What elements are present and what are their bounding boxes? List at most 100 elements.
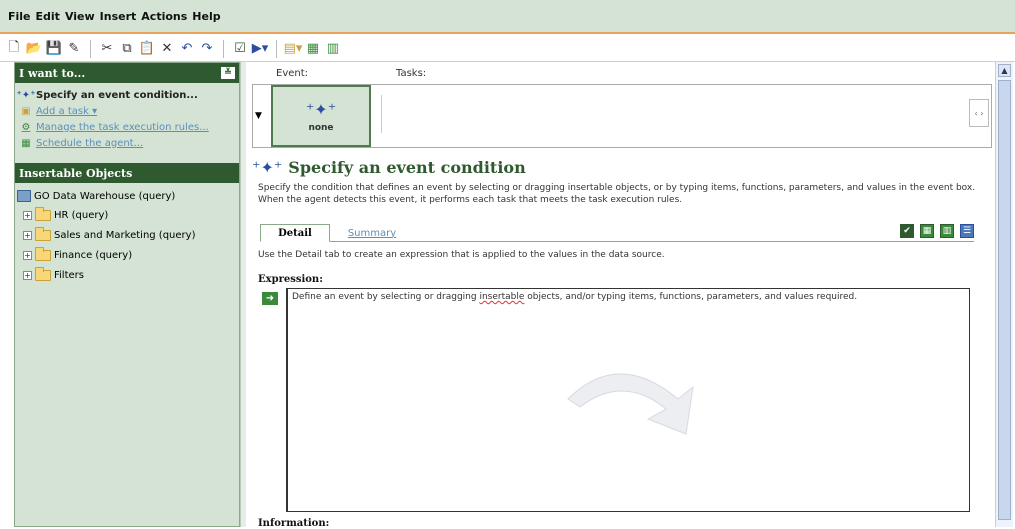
- scroll-thumb[interactable]: [998, 80, 1011, 520]
- validate-icon[interactable]: ✔: [900, 224, 914, 238]
- tree-node-sales[interactable]: + Sales and Marketing (query): [17, 225, 237, 245]
- insertable-objects-tree: GO Data Warehouse (query) + HR (query) +…: [15, 183, 239, 289]
- specify-event-item[interactable]: ⁺✦⁺ Specify an event condition...: [16, 87, 235, 103]
- add-task-item[interactable]: ▣ Add a task ▾: [19, 103, 235, 119]
- scroll-up-icon[interactable]: ▲: [998, 64, 1011, 77]
- tree-node-label: HR (query): [54, 209, 109, 221]
- save-icon[interactable]: 💾: [46, 41, 62, 57]
- folder-icon: [35, 246, 51, 261]
- tab-detail[interactable]: Detail: [260, 224, 330, 242]
- expression-label: Expression:: [258, 274, 323, 285]
- tab-summary[interactable]: Summary: [342, 224, 402, 242]
- validate-icon[interactable]: ☑: [232, 41, 248, 57]
- page-heading: ⁺✦⁺ Specify an event condition: [252, 158, 526, 177]
- event-box[interactable]: ⁺✦⁺ none: [271, 85, 371, 147]
- toolbar-separator: [276, 39, 277, 58]
- tree-node-filters[interactable]: + Filters: [17, 265, 237, 285]
- expression-text-after: objects, and/or typing items, functions,…: [524, 292, 858, 302]
- edit-icon[interactable]: ✎: [66, 41, 82, 57]
- grid-icon[interactable]: ▦: [920, 224, 934, 238]
- toolbar: 🗋 📂 💾 ✎ ✂ ⧉ 📋 ✕ ↶ ↷ ☑ ▶▾ ▤▾ ▦ ▥: [0, 36, 1015, 62]
- tree-root-label: GO Data Warehouse (query): [34, 190, 176, 202]
- open-icon[interactable]: 📂: [26, 41, 42, 57]
- event-box-label: none: [308, 122, 334, 133]
- manage-rules-label: Manage the task execution rules...: [36, 121, 209, 133]
- collapse-icon[interactable]: ≚: [221, 67, 235, 79]
- dropdown-arrow-icon[interactable]: ▼: [255, 111, 262, 121]
- tree-node-finance[interactable]: + Finance (query): [17, 245, 237, 265]
- properties-icon[interactable]: ▤▾: [284, 41, 303, 57]
- rules-icon: ⚙: [21, 121, 31, 133]
- tree-node-label: Filters: [54, 269, 84, 281]
- drag-arrow-icon: [567, 373, 694, 435]
- menu-bar: File Edit View Insert Actions Help: [0, 0, 1015, 34]
- add-task-label: Add a task ▾: [36, 105, 98, 117]
- tab-strip: Detail Summary ✔ ▦ ▥ ☰: [260, 222, 974, 242]
- event-icon: ⁺✦⁺: [252, 158, 283, 177]
- expand-icon[interactable]: +: [23, 230, 32, 240]
- tasks-label: Tasks:: [396, 68, 427, 79]
- toolbar-separator: [90, 39, 91, 58]
- detail-description: Use the Detail tab to create an expressi…: [258, 250, 665, 260]
- redo-icon[interactable]: ↷: [199, 41, 215, 57]
- package-icon: [17, 190, 31, 202]
- i-want-to-title: I want to...: [19, 66, 86, 80]
- information-label: Information:: [258, 518, 330, 529]
- toolbar-separator: [223, 39, 224, 58]
- menu-file[interactable]: File: [8, 10, 31, 23]
- copy-icon[interactable]: ⧉: [119, 41, 135, 57]
- event-task-strip: ▼ ⁺✦⁺ none ‹ ›: [252, 84, 992, 148]
- paste-icon[interactable]: 📋: [139, 41, 155, 57]
- schedule-agent-item[interactable]: ▦ Schedule the agent...: [19, 135, 235, 151]
- i-want-to-list: ⁺✦⁺ Specify an event condition... ▣ Add …: [15, 83, 239, 157]
- expand-icon[interactable]: +: [23, 210, 32, 220]
- i-want-to-header: I want to... ≚: [15, 63, 239, 83]
- event-label: Event:: [276, 68, 309, 79]
- expression-editor[interactable]: Define an event by selecting or dragging…: [286, 288, 970, 512]
- schedule-icon: ▦: [21, 137, 31, 149]
- undo-icon[interactable]: ↶: [179, 41, 195, 57]
- menu-help[interactable]: Help: [192, 10, 220, 23]
- menu-edit[interactable]: Edit: [36, 10, 60, 23]
- expand-icon[interactable]: +: [23, 250, 32, 260]
- insert-arrow-icon[interactable]: ➜: [262, 292, 278, 305]
- specify-event-label: Specify an event condition...: [36, 89, 198, 101]
- strip-divider: [381, 95, 382, 133]
- event-icon: ⁺✦⁺: [16, 89, 36, 101]
- folder-icon: [35, 266, 51, 281]
- insertable-objects-header: Insertable Objects: [15, 163, 239, 183]
- manage-rules-item[interactable]: ⚙ Manage the task execution rules...: [19, 119, 235, 135]
- left-panel: I want to... ≚ ⁺✦⁺ Specify an event cond…: [14, 62, 240, 527]
- new-icon[interactable]: 🗋: [6, 40, 22, 57]
- vertical-scrollbar[interactable]: ▲: [995, 62, 1013, 527]
- report-icon[interactable]: ▥: [325, 41, 341, 57]
- folder-icon: [35, 226, 51, 241]
- menu-actions[interactable]: Actions: [141, 10, 187, 23]
- main-area: Event: Tasks: ▼ ⁺✦⁺ none ‹ › ⁺✦⁺ Specify…: [246, 62, 995, 529]
- list-icon[interactable]: ☰: [960, 224, 974, 238]
- folder-icon: [35, 206, 51, 221]
- menu-view[interactable]: View: [65, 10, 95, 23]
- cut-icon[interactable]: ✂: [99, 41, 115, 57]
- tab-toolbar: ✔ ▦ ▥ ☰: [900, 224, 974, 238]
- page-title: Specify an event condition: [288, 158, 526, 177]
- event-icon: ⁺✦⁺: [305, 99, 337, 119]
- expression-placeholder: Define an event by selecting or dragging…: [292, 292, 857, 302]
- expand-icon[interactable]: +: [23, 270, 32, 280]
- delete-icon[interactable]: ✕: [159, 41, 175, 57]
- page-description: Specify the condition that defines an ev…: [258, 183, 976, 205]
- insertable-objects-title: Insertable Objects: [19, 166, 133, 180]
- task-icon: ▣: [21, 105, 31, 117]
- tree-root[interactable]: GO Data Warehouse (query): [17, 187, 237, 205]
- schedule-agent-label: Schedule the agent...: [36, 137, 144, 149]
- grid-icon[interactable]: ▦: [305, 41, 321, 57]
- strip-scroll-buttons[interactable]: ‹ ›: [969, 99, 989, 127]
- tree-node-hr[interactable]: + HR (query): [17, 205, 237, 225]
- expression-text-before: Define an event by selecting or dragging: [292, 292, 480, 302]
- run-icon[interactable]: ▶▾: [252, 41, 269, 57]
- tree-node-label: Sales and Marketing (query): [54, 229, 196, 241]
- expression-text-word: insertable: [479, 292, 525, 302]
- tree-node-label: Finance (query): [54, 249, 133, 261]
- menu-insert[interactable]: Insert: [100, 10, 137, 23]
- report-icon[interactable]: ▥: [940, 224, 954, 238]
